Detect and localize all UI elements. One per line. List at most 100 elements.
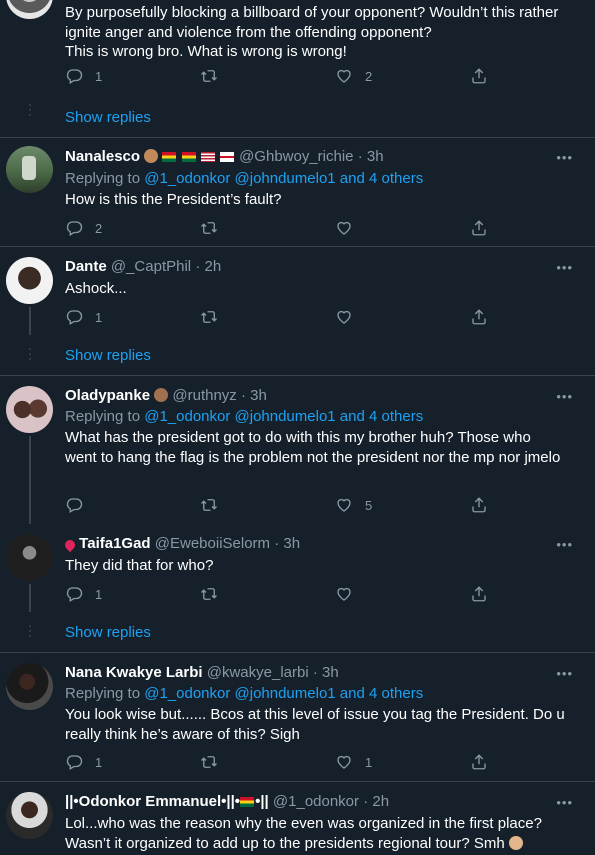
- tweet-1[interactable]: ••• Nanalesco @Ghbwoy_richie · 3h Replyi…: [0, 138, 595, 246]
- mention-links[interactable]: @1_odonkor @johndumelo1 and 4 others: [144, 170, 423, 187]
- retweet-button[interactable]: [200, 67, 218, 85]
- avatar[interactable]: [6, 663, 53, 710]
- reply-button[interactable]: [65, 496, 83, 514]
- timestamp[interactable]: 3h: [283, 535, 300, 552]
- user-handle[interactable]: @1_odonkor: [273, 793, 359, 810]
- avatar[interactable]: [6, 0, 53, 19]
- display-name[interactable]: Oladypanke: [65, 387, 150, 404]
- show-replies-link[interactable]: Show replies: [65, 624, 151, 641]
- retweet-icon: [200, 219, 218, 237]
- tweet-header: ||•Odonkor Emmanuel•||• •|| @1_odonkor · …: [65, 793, 389, 810]
- timestamp[interactable]: 2h: [372, 793, 389, 810]
- retweet-button[interactable]: [200, 496, 218, 514]
- flag-england-icon: [219, 152, 234, 162]
- show-replies-link[interactable]: Show replies: [65, 347, 151, 364]
- thread-line: [29, 436, 31, 524]
- mention-links[interactable]: @1_odonkor @johndumelo1 and 4 others: [144, 685, 423, 702]
- display-name[interactable]: Taifa1Gad: [79, 535, 150, 552]
- tweet-6[interactable]: ••• ||•Odonkor Emmanuel•||• •|| @1_odonko…: [0, 782, 595, 855]
- tweet-text: You look wise but...... Bcos at this lev…: [65, 706, 565, 743]
- user-handle[interactable]: @EweboiiSelorm: [155, 535, 270, 552]
- retweet-button[interactable]: [200, 753, 218, 771]
- more-icon[interactable]: •••: [556, 666, 573, 681]
- user-handle[interactable]: @kwakye_larbi: [207, 664, 309, 681]
- mention-links[interactable]: @1_odonkor @johndumelo1 and 4 others: [144, 408, 423, 425]
- retweet-button[interactable]: [200, 219, 218, 237]
- tweet-text: Ashock...: [65, 280, 127, 297]
- avatar[interactable]: [6, 534, 53, 581]
- like-button[interactable]: [335, 585, 353, 603]
- like-button[interactable]: 1: [335, 753, 372, 771]
- flag-ghana-icon: [181, 152, 196, 162]
- user-handle[interactable]: @Ghbwoy_richie: [239, 148, 353, 165]
- tweet-text: How is this the President’s fault?: [65, 191, 282, 208]
- show-replies-link[interactable]: Show replies: [65, 109, 151, 126]
- timestamp[interactable]: 3h: [322, 664, 339, 681]
- user-handle[interactable]: @_CaptPhil: [111, 258, 191, 275]
- retweet-icon: [200, 67, 218, 85]
- tweet-0[interactable]: By purposefully blocking a billboard of …: [0, 0, 595, 136]
- tweet-actions: 5: [65, 496, 495, 516]
- timestamp[interactable]: 2h: [204, 258, 221, 275]
- tweet-text: What has the president got to do with th…: [65, 429, 561, 466]
- tweet-header: Oladypanke @ruthnyz · 3h: [65, 387, 267, 404]
- reply-icon: [65, 585, 83, 603]
- like-count: 2: [365, 68, 373, 84]
- more-icon[interactable]: •••: [556, 260, 573, 275]
- tweet-actions: 1: [65, 308, 495, 328]
- display-name-suffix: •||: [255, 793, 269, 810]
- share-button[interactable]: [470, 308, 488, 326]
- time-separator: ·: [357, 148, 363, 165]
- avatar[interactable]: [6, 257, 53, 304]
- more-icon[interactable]: •••: [556, 150, 573, 165]
- share-button[interactable]: [470, 67, 488, 85]
- user-handle[interactable]: @ruthnyz: [172, 387, 236, 404]
- crown-emoji-icon: [144, 149, 159, 163]
- avatar[interactable]: [6, 146, 53, 193]
- tweet-text: By purposefully blocking a billboard of …: [65, 4, 559, 60]
- reply-button[interactable]: 1: [65, 67, 102, 85]
- avatar[interactable]: [6, 386, 53, 433]
- avatar[interactable]: [6, 792, 53, 839]
- timestamp[interactable]: 3h: [250, 387, 267, 404]
- reply-button[interactable]: 2: [65, 219, 102, 237]
- tweet-3[interactable]: ••• Oladypanke @ruthnyz · 3h Replying to…: [0, 376, 595, 524]
- like-button[interactable]: 2: [335, 67, 372, 85]
- like-button[interactable]: [335, 219, 353, 237]
- display-name[interactable]: ||•Odonkor Emmanuel•||•: [65, 793, 240, 810]
- reply-button[interactable]: 1: [65, 753, 102, 771]
- share-button[interactable]: [470, 219, 488, 237]
- reply-count: 1: [95, 754, 103, 770]
- tweet-header: Nana Kwakye Larbi @kwakye_larbi · 3h: [65, 664, 339, 681]
- reply-button[interactable]: 1: [65, 585, 102, 603]
- timestamp[interactable]: 3h: [367, 148, 384, 165]
- retweet-button[interactable]: [200, 308, 218, 326]
- reply-icon: [65, 308, 83, 326]
- more-icon[interactable]: •••: [556, 537, 573, 552]
- display-name[interactable]: Nana Kwakye Larbi: [65, 664, 203, 681]
- replying-label: Replying to: [65, 685, 141, 702]
- reply-button[interactable]: 1: [65, 308, 102, 326]
- tweet-5[interactable]: ••• Nana Kwakye Larbi @kwakye_larbi · 3h…: [0, 653, 595, 781]
- more-icon[interactable]: •••: [556, 389, 573, 404]
- reply-icon: [65, 219, 83, 237]
- like-button[interactable]: 5: [335, 496, 372, 514]
- share-button[interactable]: [470, 496, 488, 514]
- display-name[interactable]: Dante: [65, 258, 107, 275]
- retweet-icon: [200, 585, 218, 603]
- tweet-4[interactable]: ••• Taifa1Gad @EweboiiSelorm · 3h They d…: [0, 524, 595, 652]
- retweet-button[interactable]: [200, 585, 218, 603]
- display-name[interactable]: Nanalesco: [65, 148, 140, 165]
- replying-label: Replying to: [65, 408, 141, 425]
- share-button[interactable]: [470, 753, 488, 771]
- thread-dots: [28, 104, 32, 119]
- tweet-text-content: Lol...who was the reason why the even wa…: [65, 815, 542, 852]
- tweet-header: Taifa1Gad @EweboiiSelorm · 3h: [62, 535, 300, 553]
- share-button[interactable]: [470, 585, 488, 603]
- person-emoji-icon: [154, 388, 169, 402]
- tweet-2[interactable]: ••• Dante @_CaptPhil · 2h Ashock... 1 Sh…: [0, 247, 595, 375]
- reply-count: 1: [95, 309, 103, 325]
- more-icon[interactable]: •••: [556, 795, 573, 810]
- like-button[interactable]: [335, 308, 353, 326]
- reply-count: 1: [95, 586, 103, 602]
